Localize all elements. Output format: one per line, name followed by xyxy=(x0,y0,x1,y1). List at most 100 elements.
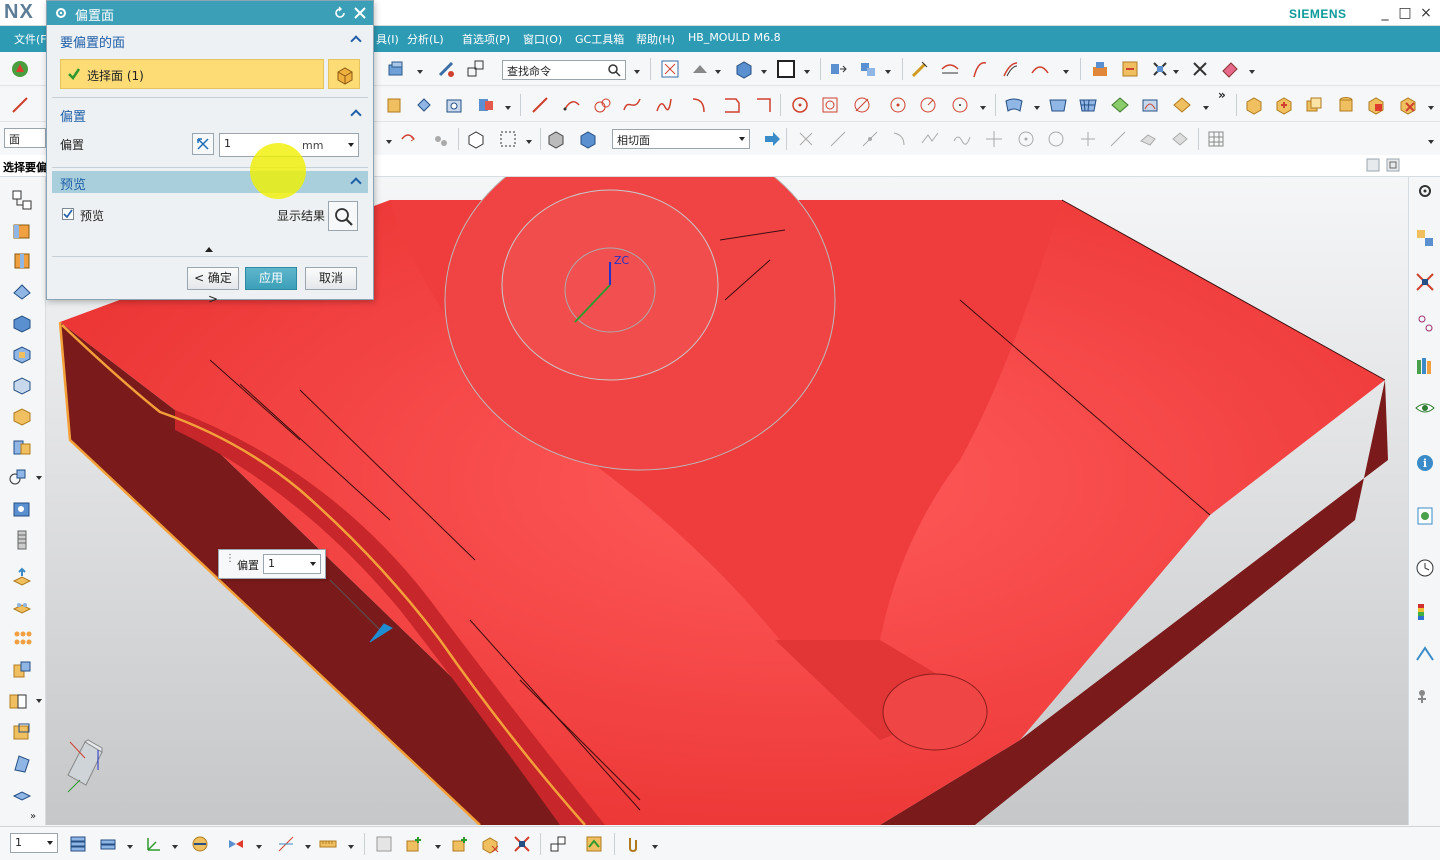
offset-curve-icon[interactable] xyxy=(1000,59,1020,79)
cube-delete-icon[interactable] xyxy=(1398,95,1418,115)
mold-wizard-icon[interactable] xyxy=(1090,59,1110,79)
sweep-icon[interactable] xyxy=(1140,95,1160,115)
show-result-button[interactable] xyxy=(328,201,358,231)
snap-arc-center-icon[interactable] xyxy=(920,129,940,149)
sketch-icon[interactable] xyxy=(910,59,930,79)
layer-settings-icon[interactable] xyxy=(68,834,88,854)
mold-split-icon[interactable] xyxy=(1150,59,1170,79)
point-set-icon[interactable] xyxy=(820,95,840,115)
ruler-icon[interactable] xyxy=(318,834,338,854)
boolean-icon[interactable] xyxy=(476,95,496,115)
unit-dropdown-icon[interactable] xyxy=(348,143,354,147)
system-materials-icon[interactable] xyxy=(1414,685,1436,707)
assembly-icon[interactable] xyxy=(858,59,878,79)
view-orient-dropdown-icon[interactable] xyxy=(256,845,262,849)
chamfer-feature-icon[interactable] xyxy=(11,281,33,303)
cylinder-feature-icon[interactable] xyxy=(11,250,33,272)
menu-analysis[interactable]: 分析(L) xyxy=(407,31,444,47)
explode-icon[interactable] xyxy=(548,834,568,854)
quadrant-icon[interactable] xyxy=(950,95,970,115)
shading-dropdown-icon[interactable] xyxy=(715,70,721,74)
replace-component-icon[interactable] xyxy=(480,834,500,854)
thread-feature-icon[interactable] xyxy=(11,529,33,551)
extend-curve-icon[interactable] xyxy=(970,59,990,79)
background-dropdown-icon[interactable] xyxy=(804,70,810,74)
reuse-library-icon[interactable] xyxy=(1414,355,1436,377)
measure-dropdown-icon[interactable] xyxy=(305,845,311,849)
type-filter-select[interactable]: 面 xyxy=(4,128,46,148)
wave-link-icon[interactable] xyxy=(584,834,604,854)
sketch-feature-icon[interactable] xyxy=(7,467,29,489)
hole-feature-icon[interactable] xyxy=(11,498,33,520)
mesh-surface-icon[interactable] xyxy=(1078,95,1098,115)
mold-tools-icon[interactable] xyxy=(1120,59,1140,79)
dialog-title-bar[interactable]: 偏置面 xyxy=(47,1,373,25)
sketch-dropdown-icon[interactable] xyxy=(36,476,42,480)
face-select-icon[interactable] xyxy=(578,129,598,149)
select-dropdown-icon[interactable] xyxy=(386,140,392,144)
more-tools-icon[interactable]: » xyxy=(1218,88,1226,102)
layer-dropdown-icon[interactable] xyxy=(127,845,133,849)
surface-icon[interactable] xyxy=(1004,95,1024,115)
layer-visible-icon[interactable] xyxy=(374,834,394,854)
mold-dropdown-icon[interactable] xyxy=(1173,70,1179,74)
background-icon[interactable] xyxy=(776,59,796,79)
shell-feature-icon[interactable] xyxy=(11,343,33,365)
info-icon[interactable]: i xyxy=(1414,452,1436,474)
drag-handle-icon[interactable]: ⋮ xyxy=(225,553,235,564)
more-left-icon[interactable]: » xyxy=(30,811,36,822)
menu-hb-mould[interactable]: HB_MOULD M6.8 xyxy=(688,31,781,44)
through-curves-icon[interactable] xyxy=(1048,95,1068,115)
snap-quadrant-icon[interactable] xyxy=(984,129,1004,149)
view-tab-icon[interactable] xyxy=(1366,158,1380,172)
render-style-icon[interactable] xyxy=(734,59,754,79)
snap-plane-icon[interactable] xyxy=(1170,129,1190,149)
part-history-icon[interactable] xyxy=(1414,313,1436,335)
command-search-input[interactable]: 查找命令 xyxy=(502,60,626,80)
circle-point-icon[interactable] xyxy=(888,95,908,115)
ok-button[interactable]: < 确定 > xyxy=(187,267,239,306)
row3-more-icon[interactable] xyxy=(1428,140,1434,144)
green-surface-icon[interactable] xyxy=(1110,95,1130,115)
fit-view-icon[interactable] xyxy=(660,59,680,79)
grid-icon[interactable] xyxy=(1206,129,1226,149)
dropdown-arrow-icon[interactable] xyxy=(417,70,423,74)
box-select-dropdown-icon[interactable] xyxy=(526,140,532,144)
cube-icon[interactable] xyxy=(1244,95,1264,115)
constraint-navigator-icon[interactable] xyxy=(1414,271,1436,293)
cylinder-icon[interactable] xyxy=(1336,95,1356,115)
snap-face-icon[interactable] xyxy=(1138,129,1158,149)
arrow-right-icon[interactable] xyxy=(762,129,782,149)
split-dropdown-icon[interactable] xyxy=(36,699,42,703)
solid-body-icon[interactable] xyxy=(546,129,566,149)
wcs-icon[interactable] xyxy=(430,129,450,149)
corner-curve-icon[interactable] xyxy=(754,95,774,115)
snap-existing-icon[interactable] xyxy=(1016,129,1036,149)
onscreen-offset-input[interactable]: ⋮ 偏置 1 xyxy=(218,549,326,579)
transform-icon[interactable] xyxy=(436,59,456,79)
menu-preferences[interactable]: 首选项(P) xyxy=(462,31,510,47)
visualization-eye-icon[interactable] xyxy=(1414,397,1436,419)
box-select-icon[interactable] xyxy=(498,129,518,149)
line-curve-icon[interactable] xyxy=(530,95,550,115)
face-selector-button[interactable] xyxy=(328,59,360,89)
offset-unit[interactable]: mm xyxy=(302,139,323,152)
apply-button[interactable]: 应用 xyxy=(245,267,297,290)
search-dropdown-icon[interactable] xyxy=(634,70,640,74)
history-clock-icon[interactable] xyxy=(1414,557,1436,579)
snap-view-icon[interactable] xyxy=(466,59,486,79)
snap-plus-icon[interactable] xyxy=(1078,129,1098,149)
helix-icon[interactable] xyxy=(654,95,674,115)
arc-curve-icon[interactable] xyxy=(562,95,582,115)
surface-dropdown-icon[interactable] xyxy=(1034,106,1040,110)
layer-up-icon[interactable] xyxy=(11,566,33,588)
attach-clip-icon[interactable] xyxy=(622,834,642,854)
spline-icon[interactable] xyxy=(622,95,642,115)
cube-red-icon[interactable] xyxy=(1366,95,1386,115)
assembly-navigator-icon[interactable] xyxy=(1414,227,1436,249)
trim-body-icon[interactable] xyxy=(11,436,33,458)
settings-gear-icon[interactable] xyxy=(1414,180,1436,202)
wcs-dropdown-icon[interactable] xyxy=(172,845,178,849)
cancel-button[interactable]: 取消 xyxy=(305,267,357,290)
wcs-origin-icon[interactable] xyxy=(144,834,164,854)
